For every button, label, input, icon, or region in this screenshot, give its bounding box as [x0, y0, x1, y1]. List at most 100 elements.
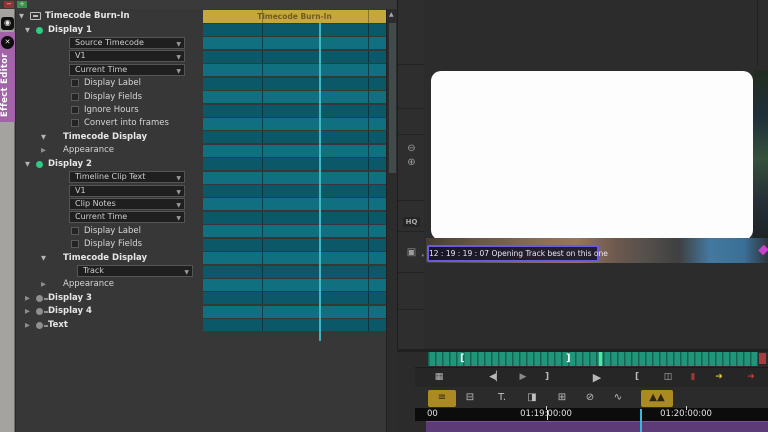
keyframe-track-bar[interactable] — [203, 319, 386, 331]
video-quality-button[interactable]: ▣▾ — [398, 247, 425, 258]
keyframe-track-bar[interactable] — [203, 91, 386, 103]
keyframes-icon: ▲▲ — [649, 392, 664, 403]
keyframe-track-bar[interactable] — [203, 279, 386, 291]
dropdown-clip-notes[interactable]: Clip Notes▼ — [69, 198, 185, 210]
keyframe-track-bar[interactable] — [203, 105, 386, 117]
dropdown-track[interactable]: Track▼ — [77, 265, 193, 277]
tree-row-current-time: Current Time▼ — [16, 64, 202, 77]
collapse-triangle-icon[interactable]: ▶ — [25, 307, 30, 315]
enable-toggle-icon[interactable] — [36, 161, 43, 168]
keyframe-track-bar[interactable] — [203, 306, 386, 318]
lift-arrow-icon: ➜ — [715, 372, 723, 382]
position-bar-playhead[interactable] — [599, 352, 602, 366]
effect-position-indicator[interactable] — [319, 23, 321, 341]
lift-button[interactable]: ➜ — [708, 370, 730, 385]
zoom-in-button[interactable]: ⊕ — [398, 157, 425, 168]
step-backward-button[interactable]: ◀▏ — [486, 370, 506, 385]
checkbox-display-fields[interactable] — [71, 240, 79, 248]
video-content-right — [753, 70, 768, 240]
keyframe-track-bar[interactable] — [203, 292, 386, 304]
keyframe-track-bar[interactable] — [203, 158, 386, 170]
video-monitor: 12 : 19 : 19 : 07 Opening Track best on … — [424, 0, 768, 349]
timecode-track[interactable] — [426, 421, 768, 432]
keyframe-track-bar[interactable] — [203, 24, 386, 36]
keyframe-mode-button[interactable]: ▲▲ — [641, 390, 673, 407]
cell-divider — [398, 231, 425, 232]
expand-triangle-icon[interactable]: ▼ — [25, 26, 30, 34]
dropdown-v1[interactable]: V1▼ — [69, 185, 185, 197]
effect-mode-button[interactable]: ≡ — [428, 390, 456, 407]
tree-row-appearance: ▶Appearance — [16, 278, 202, 291]
timeline-ruler[interactable] — [415, 408, 768, 421]
collapse-triangle-icon[interactable]: ▶ — [25, 321, 30, 329]
enable-toggle-icon[interactable] — [36, 322, 43, 329]
pin-icon[interactable]: ◉ — [1, 17, 14, 30]
close-window-button[interactable]: − — [4, 1, 14, 8]
dropdown-timeline-clip-text[interactable]: Timeline Clip Text▼ — [69, 171, 185, 183]
checkbox-convert-into-frames[interactable] — [71, 119, 79, 127]
segment-tool-button[interactable]: ⊞ — [550, 390, 574, 407]
dropdown-source-timecode[interactable]: Source Timecode▼ — [69, 37, 185, 49]
expand-triangle-icon[interactable]: ▼ — [41, 254, 46, 262]
zoom-out-button[interactable]: ⊖ — [398, 143, 425, 154]
keyframe-track-bar[interactable] — [203, 118, 386, 130]
keyframe-track-header[interactable]: Timecode Burn-In — [203, 10, 386, 23]
hq-toggle-button[interactable]: HQ — [403, 217, 420, 227]
grid-half-icon: ◨ — [527, 392, 536, 403]
collapse-triangle-icon[interactable]: ▼ — [19, 12, 24, 20]
motion-curve-button[interactable]: ∿ — [606, 390, 630, 407]
source-record-grid-button[interactable]: ▦ — [430, 370, 448, 385]
monitor-position-bar[interactable] — [428, 352, 758, 366]
collapse-triangle-icon[interactable]: ▶ — [41, 146, 46, 154]
timeline-playhead[interactable] — [640, 409, 642, 432]
enable-toggle-icon[interactable] — [36, 27, 43, 34]
mark-out-button[interactable]: ] — [540, 370, 554, 385]
dropdown-v1[interactable]: V1▼ — [69, 50, 185, 62]
keyframe-track-bar[interactable] — [203, 78, 386, 90]
scrollbar-thumb[interactable] — [389, 23, 396, 173]
disable-track-button[interactable]: ⊘ — [578, 390, 602, 407]
keyframe-track-bar[interactable] — [203, 131, 386, 143]
checkbox-display-label[interactable] — [71, 79, 79, 87]
expand-triangle-icon[interactable]: ▼ — [25, 160, 30, 168]
keyframe-track-bar[interactable] — [203, 172, 386, 184]
mark-in-button[interactable]: [ — [630, 370, 644, 385]
keyframe-track-bar[interactable] — [203, 145, 386, 157]
keyframe-track-bar[interactable] — [203, 198, 386, 210]
text-tool-button[interactable]: T. — [490, 390, 514, 407]
tree-row-text: ▶Text — [16, 319, 202, 332]
keyframe-track-bar[interactable] — [203, 239, 386, 251]
add-marker-button[interactable]: ▮ — [688, 370, 698, 385]
add-window-button[interactable]: + — [17, 1, 27, 8]
close-icon[interactable]: ✕ — [1, 36, 14, 49]
checkbox-ignore-hours[interactable] — [71, 106, 79, 114]
enable-toggle-icon[interactable] — [36, 295, 43, 302]
dropdown-current-time[interactable]: Current Time▼ — [69, 211, 185, 223]
panel-rail: ◉ ✕ Effect Editor — [0, 9, 15, 432]
enable-toggle-icon[interactable] — [36, 308, 43, 315]
keyframe-track-bar[interactable] — [203, 51, 386, 63]
expand-triangle-icon[interactable]: ▼ — [41, 133, 46, 141]
keyframe-track-bar[interactable] — [203, 64, 386, 76]
keyframe-track-bar[interactable] — [203, 225, 386, 237]
extract-button[interactable]: ➜ — [740, 370, 762, 385]
zoom-out-icon: ⊖ — [407, 143, 415, 154]
grid-tool-button[interactable]: ◨ — [520, 390, 544, 407]
play-button[interactable]: ▶ — [588, 370, 606, 385]
scroll-up-icon[interactable]: ▲ — [389, 11, 394, 18]
mark-clip-button[interactable]: ◫ — [658, 370, 678, 385]
checkbox-display-fields[interactable] — [71, 93, 79, 101]
effect-editor-tab[interactable]: ✕ Effect Editor — [0, 32, 15, 122]
keyframe-track-bar[interactable] — [203, 37, 386, 49]
effect-panel-scrollbar[interactable]: ▲ — [386, 9, 397, 432]
step-forward-button[interactable]: ▶ — [514, 370, 532, 385]
keyframe-track-bar[interactable] — [203, 212, 386, 224]
keyframe-track-bar[interactable] — [203, 266, 386, 278]
keyframe-track-bar[interactable] — [203, 185, 386, 197]
checkbox-display-label[interactable] — [71, 227, 79, 235]
collapse-triangle-icon[interactable]: ▶ — [25, 294, 30, 302]
trim-mode-button[interactable]: ⊟ — [458, 390, 482, 407]
dropdown-current-time[interactable]: Current Time▼ — [69, 64, 185, 76]
keyframe-track-bar[interactable] — [203, 252, 386, 264]
collapse-triangle-icon[interactable]: ▶ — [41, 280, 46, 288]
